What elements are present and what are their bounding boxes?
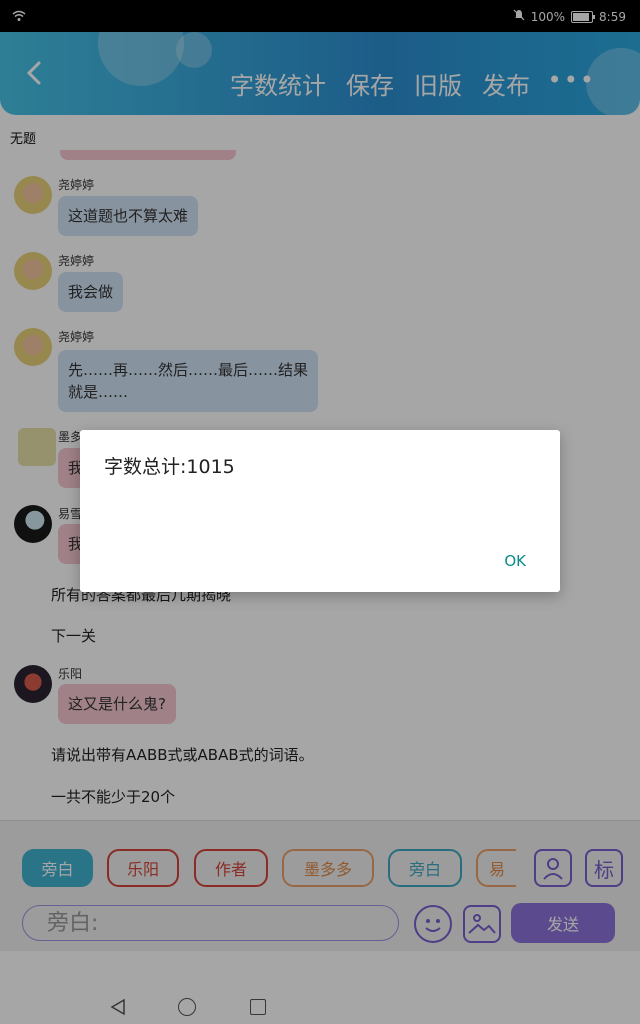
- ok-button[interactable]: OK: [504, 552, 526, 570]
- dialog-title: 字数总计:1015: [104, 456, 235, 478]
- word-count-dialog: 字数总计:1015 OK: [80, 430, 560, 592]
